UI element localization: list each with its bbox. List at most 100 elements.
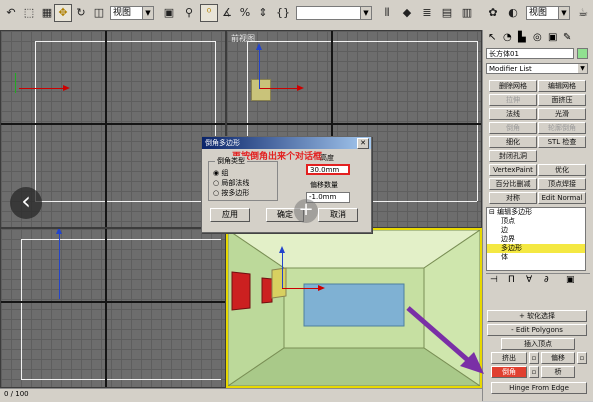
make-unique-icon[interactable]: ∀ <box>526 275 532 285</box>
arrow-right-icon <box>63 85 70 91</box>
create-tab-icon[interactable]: ↖ <box>488 32 496 43</box>
remove-modifier-icon[interactable]: ∂ <box>544 275 549 285</box>
layer-icon[interactable]: ≣ <box>418 4 436 22</box>
configure-sets-icon[interactable]: ▣ <box>566 275 575 285</box>
vertex-paint-button[interactable]: VertexPaint <box>489 164 537 176</box>
stack-item-border[interactable]: 边界 <box>487 235 585 244</box>
bevel-settings-button[interactable]: ▫ <box>529 366 539 378</box>
outline-settings-button[interactable]: ▫ <box>577 352 587 364</box>
tessellate-button[interactable]: 细化 <box>489 136 537 148</box>
arrow-right-icon <box>297 85 304 91</box>
room-outline <box>21 239 22 379</box>
display-tab-icon[interactable]: ▣ <box>548 32 557 43</box>
close-icon[interactable]: ✕ <box>357 138 369 149</box>
percent-snap-icon[interactable]: % <box>236 4 254 22</box>
show-end-result-icon[interactable]: Π <box>508 275 515 285</box>
stl-check-button[interactable]: STL 检查 <box>538 136 586 148</box>
left-viewport[interactable] <box>0 228 226 388</box>
height-spinner[interactable]: 30.0mm <box>306 164 350 175</box>
object-name-field[interactable]: 长方体01 <box>486 48 574 59</box>
modify-tab-icon[interactable]: ◔ <box>503 32 512 43</box>
multires-button[interactable]: 百分比删减 <box>489 178 537 190</box>
group-label: 倒角类型 <box>215 156 247 166</box>
spinner-snap-icon[interactable]: ⇕ <box>254 4 272 22</box>
viewport-grid <box>1 229 225 387</box>
edit-normals-button[interactable]: Edit Normal <box>538 192 586 204</box>
smooth-button[interactable]: 光滑 <box>538 108 586 120</box>
scale-icon[interactable]: ◫ <box>90 4 108 22</box>
modifier-list-dropdown[interactable]: Modifier List ▼ <box>486 63 588 74</box>
render-icon[interactable]: ☕ <box>574 4 592 22</box>
x-axis-gizmo <box>19 88 65 89</box>
vertex-weld-button[interactable]: 顶点焊接 <box>538 178 586 190</box>
stack-item-vertex[interactable]: 顶点 <box>487 217 585 226</box>
named-selection-dropdown[interactable]: ▼ <box>296 6 372 20</box>
radio-unchecked-icon: ○ <box>213 179 220 187</box>
extrude-settings-button[interactable]: ▫ <box>529 352 539 364</box>
manipulate-icon[interactable]: ⚲ <box>180 4 198 22</box>
insert-vertex-button[interactable]: 插入顶点 <box>501 338 575 350</box>
symmetry-button[interactable]: 对称 <box>489 192 537 204</box>
optimize-button[interactable]: 优化 <box>538 164 586 176</box>
cap-holes-button[interactable]: 封闭孔洞 <box>489 150 537 162</box>
pivot-icon[interactable]: ▣ <box>160 4 178 22</box>
annotation-arrow <box>406 306 484 374</box>
move-icon[interactable]: ✥ <box>54 4 72 22</box>
extrude-mod-button[interactable]: 拉伸 <box>489 94 537 106</box>
bevel-mod-button[interactable]: 倒角 <box>489 122 537 134</box>
curve-editor-icon[interactable]: ▤ <box>438 4 456 22</box>
stack-item-edit-poly[interactable]: ⊟ 编辑多边形 <box>487 208 585 217</box>
edit-polygons-rollout[interactable]: - Edit Polygons <box>487 324 587 336</box>
x-axis-gizmo <box>259 88 299 89</box>
bevel-profile-button[interactable]: 轮廓倒角 <box>538 122 586 134</box>
reference-coord-dropdown[interactable]: 视图 ▼ <box>110 6 154 20</box>
snap-icon[interactable]: ⁰ <box>200 4 218 22</box>
bridge-button[interactable]: 桥 <box>541 366 575 378</box>
bevel-polygons-dialog: 倒角多边形 ✕ 再按倒角出来个对话框 倒角类型 ◉ 组 ○ 局部法线 ○ 按多边… <box>201 136 372 233</box>
material-editor-icon[interactable]: ✿ <box>484 4 502 22</box>
modifier-stack[interactable]: ⊟ 编辑多边形 顶点 边 边界 多边形 体 <box>486 207 586 271</box>
stack-item-edge[interactable]: 边 <box>487 226 585 235</box>
hierarchy-tab-icon[interactable]: ▙ <box>518 32 526 43</box>
schematic-icon[interactable]: ▥ <box>458 4 476 22</box>
select-icon[interactable]: ⬚ <box>20 4 38 22</box>
apply-button[interactable]: 应用 <box>210 208 250 222</box>
render-mode-dropdown[interactable]: 视图 ▼ <box>526 6 570 20</box>
hinge-from-edge-button[interactable]: Hinge From Edge <box>491 382 587 394</box>
main-toolbar: ↶ ⬚ ▦ ✥ ↻ ◫ 视图 ▼ ▣ ⚲ ⁰ ∡ % ⇕ {} ▼ ⫴ ◆ ≣ ▤… <box>0 0 593 31</box>
angle-snap-icon[interactable]: ∡ <box>218 4 236 22</box>
delete-mesh-button[interactable]: 删除网格 <box>489 80 537 92</box>
stack-item-polygon[interactable]: 多边形 <box>487 244 585 253</box>
stack-item-element[interactable]: 体 <box>487 253 585 262</box>
mirror-icon[interactable]: ⫴ <box>378 4 396 22</box>
prev-arrow-button[interactable]: ‹ <box>10 187 42 219</box>
align-icon[interactable]: ◆ <box>398 4 416 22</box>
object-color-swatch[interactable] <box>577 48 588 59</box>
arrow-right-icon <box>318 285 325 291</box>
outline-button[interactable]: 偏移 <box>541 352 575 364</box>
chevron-down-icon: ▼ <box>578 64 587 73</box>
selected-polygon[interactable] <box>251 79 271 101</box>
edit-mesh-button[interactable]: 编辑网格 <box>538 80 586 92</box>
y-axis-gizmo <box>15 73 16 93</box>
pin-stack-icon[interactable]: ⊣ <box>490 275 498 285</box>
time-slider[interactable]: 0 / 100 <box>0 388 482 402</box>
radio-local-normal[interactable]: ○ 局部法线 <box>213 178 249 188</box>
soft-selection-rollout[interactable]: + 软化选择 <box>487 310 587 322</box>
dialog-title-bar[interactable]: 倒角多边形 <box>202 137 371 149</box>
cancel-button[interactable]: 取消 <box>318 208 358 222</box>
chevron-down-icon: ▼ <box>360 7 371 19</box>
named-selection-icon[interactable]: {} <box>274 4 292 22</box>
chevron-down-icon: ▼ <box>558 7 569 19</box>
zoom-plus-icon[interactable]: + <box>294 199 318 223</box>
utilities-tab-icon[interactable]: ✎ <box>563 32 571 43</box>
height-label: 高度 <box>320 154 334 162</box>
rotate-icon[interactable]: ↻ <box>72 4 90 22</box>
radio-by-polygon[interactable]: ○ 按多边形 <box>213 188 249 198</box>
normal-button[interactable]: 法线 <box>489 108 537 120</box>
undo-icon[interactable]: ↶ <box>2 4 20 22</box>
render-setup-icon[interactable]: ◐ <box>504 4 522 22</box>
radio-group[interactable]: ◉ 组 <box>213 168 228 178</box>
face-extrude-button[interactable]: 面挤压 <box>538 94 586 106</box>
motion-tab-icon[interactable]: ◎ <box>533 32 542 43</box>
